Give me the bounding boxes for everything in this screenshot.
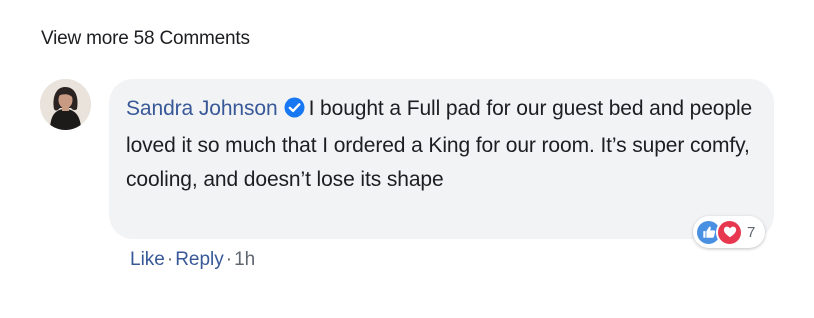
comment-actions: Like · Reply · 1h — [130, 249, 255, 271]
avatar[interactable] — [40, 79, 91, 130]
verified-badge-icon — [284, 95, 305, 129]
view-more-comments-link[interactable]: View more 58 Comments — [41, 28, 250, 50]
separator-dot: · — [225, 249, 233, 270]
reply-link[interactable]: Reply — [175, 249, 224, 270]
love-icon — [716, 218, 743, 246]
avatar-image — [40, 79, 91, 130]
reactions-summary[interactable]: 7 — [693, 216, 766, 248]
comment-body: Sandra Johnson I bought a Full pad for ou… — [126, 92, 754, 197]
reaction-count: 7 — [747, 223, 756, 241]
comment-section: View more 58 Comments Sandra Johnson I bo… — [0, 0, 814, 318]
timestamp-link[interactable]: 1h — [234, 249, 255, 270]
separator-dot: · — [166, 249, 174, 270]
comment-bubble: Sandra Johnson I bought a Full pad for ou… — [109, 79, 774, 239]
like-link[interactable]: Like — [130, 249, 165, 270]
author-name-link[interactable]: Sandra Johnson — [126, 97, 278, 120]
